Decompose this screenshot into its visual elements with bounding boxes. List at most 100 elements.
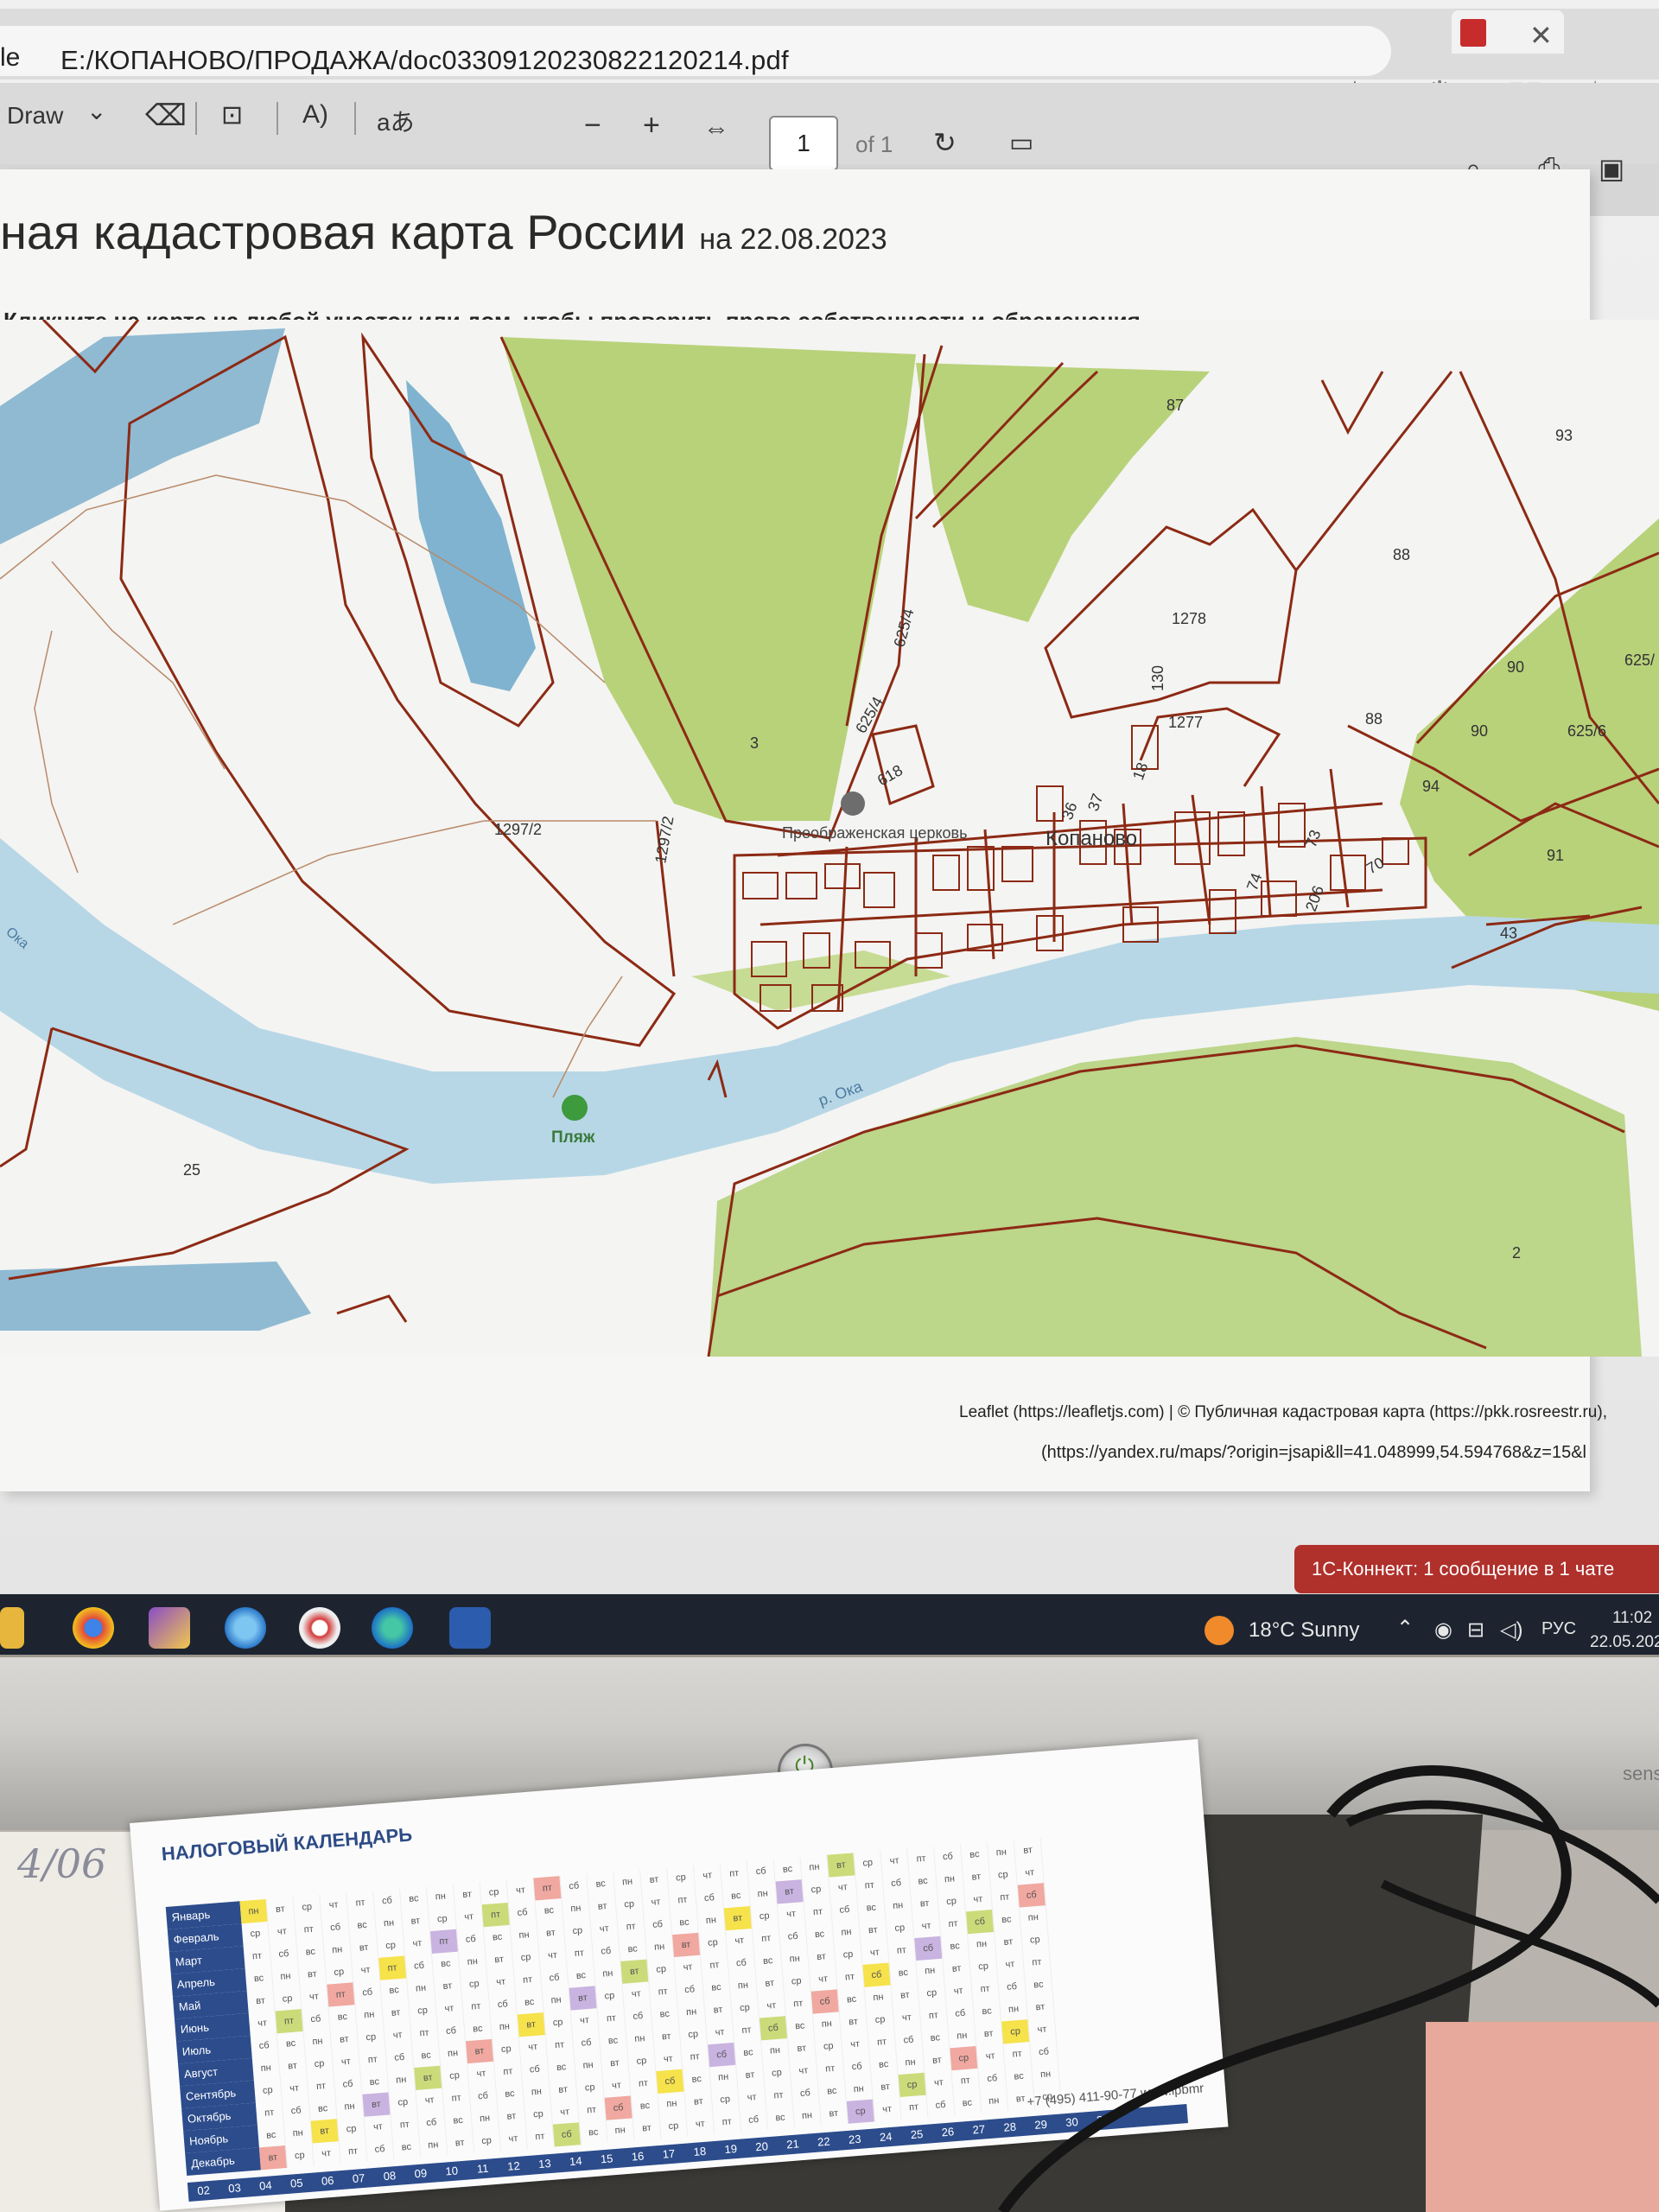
calendar-day-cell: чт	[693, 1863, 722, 1888]
monitor-brand: sens	[1623, 1763, 1659, 1784]
calendar-day-cell: пн	[844, 2076, 874, 2101]
calendar-day-cell: вт	[517, 2012, 546, 2037]
calendar-day-cell: ср	[595, 1983, 625, 2009]
calendar-day-cell: пн	[780, 1946, 810, 1972]
tab-close-icon[interactable]: ✕	[1529, 19, 1553, 52]
language-indicator[interactable]: РУС	[1541, 1619, 1576, 1639]
calendar-day-cell: пт	[533, 1876, 563, 1901]
calendar-day-cell: пн	[510, 1923, 539, 1948]
parcel-number: 130	[1149, 665, 1166, 691]
toolbar-divider	[354, 102, 356, 135]
calendar-day-cell: пт	[816, 2056, 845, 2082]
network-icon[interactable]: ⊟	[1467, 1618, 1484, 1643]
word-icon[interactable]	[449, 1607, 491, 1649]
clock-time[interactable]: 11:02	[1612, 1609, 1652, 1628]
calendar-day-cell: пт	[493, 2059, 523, 2084]
calendar-day-cell: чт	[332, 2049, 361, 2075]
fit-width-icon[interactable]: ⇔	[703, 114, 729, 143]
calendar-day-cell: вт	[1026, 1994, 1055, 2020]
calendar-day-number: 21	[785, 2137, 800, 2152]
chrome-icon[interactable]	[73, 1607, 114, 1649]
notification-toast[interactable]: 1С-Коннект: 1 сообщение в 1 чате	[1294, 1545, 1659, 1593]
calendar-day-cell: пт	[733, 2018, 761, 2043]
calendar-day-cell: чт	[590, 1916, 620, 1942]
map-attribution-link[interactable]: (https://yandex.ru/maps/?origin=jsapi&ll…	[1041, 1443, 1586, 1463]
calendar-day-cell: ср	[802, 1877, 831, 1903]
parcel-number: 2	[1512, 1244, 1521, 1262]
rotate-icon[interactable]: ↻	[933, 126, 957, 159]
calendar-day-cell: ср	[293, 1894, 322, 1920]
calendar-day-number: 10	[444, 2164, 459, 2178]
calendar-day-cell: вс	[973, 1999, 1002, 2024]
calendar-day-cell: сб	[604, 2095, 633, 2120]
calendar-day-cell: пн	[335, 2094, 365, 2120]
beach-marker-icon[interactable]	[562, 1095, 588, 1121]
calendar-day-number: 20	[754, 2139, 769, 2154]
eraser-icon[interactable]: ⌫	[145, 99, 187, 133]
calendar-day-cell: пт	[784, 1991, 813, 2017]
read-aloud-icon[interactable]: A)	[302, 100, 328, 130]
volume-icon[interactable]: ◁)	[1500, 1618, 1522, 1643]
calendar-day-cell: вт	[859, 1917, 888, 1943]
calendar-day-cell: пн	[471, 2106, 500, 2131]
ccleaner-icon[interactable]	[299, 1607, 340, 1649]
calendar-day-number: 27	[972, 2122, 986, 2137]
calendar-day-cell: чт	[925, 2070, 954, 2095]
calendar-day-cell: чт	[809, 1967, 838, 1992]
calendar-day-cell: пт	[461, 1993, 491, 2019]
calendar-day-cell: сб	[520, 2056, 550, 2082]
calendar-day-cell: вт	[839, 2009, 868, 2035]
calendar-day-cell: ср	[782, 1968, 811, 1994]
calendar-day-number: 11	[476, 2161, 489, 2176]
page-number-input[interactable]: 1	[769, 116, 838, 171]
chevron-down-icon[interactable]: ⌄	[86, 97, 106, 125]
tray-chevron-icon[interactable]: ⌃	[1396, 1616, 1414, 1641]
calendar-day-cell: вт	[652, 2024, 682, 2050]
archive-app-icon[interactable]	[149, 1607, 190, 1649]
calendar-day-cell: сб	[708, 2042, 737, 2068]
zoom-in-icon[interactable]: +	[643, 109, 660, 143]
calendar-day-number: 13	[537, 2156, 552, 2171]
tray-camera-icon[interactable]: ◉	[1434, 1618, 1452, 1643]
url-text[interactable]: E:/КОПАНОВО/ПРОДАЖА/doc03309120230822120…	[60, 45, 789, 76]
calendar-day-cell: вс	[869, 2052, 899, 2077]
calendar-day-cell: вт	[819, 2101, 849, 2126]
calendar-day-cell: пт	[720, 1861, 749, 1886]
calendar-day-cell: чт	[312, 2141, 341, 2166]
text-box-icon[interactable]: ⊡	[221, 100, 243, 130]
calendar-day-number: 22	[817, 2134, 831, 2149]
calendar-day-cell: сб	[456, 1927, 486, 1952]
calendar-day-cell: сб	[740, 2107, 769, 2133]
calendar-day-cell: пн	[1000, 1997, 1029, 2022]
calendar-day-cell: вс	[1024, 1972, 1053, 1998]
edge-icon[interactable]	[372, 1607, 413, 1649]
calendar-day-cell: ср	[253, 2078, 283, 2103]
calendar-day-cell: пн	[542, 1987, 571, 2013]
zoom-out-icon[interactable]: −	[584, 109, 601, 143]
clock-date[interactable]: 22.05.202	[1590, 1633, 1659, 1652]
calendar-day-cell: вт	[453, 1882, 482, 1907]
calendar-day-cell: пн	[645, 1935, 675, 1960]
calendar-day-cell: пн	[375, 1910, 404, 1936]
calendar-day-cell: вт	[569, 1986, 598, 2011]
calendar-day-cell: пн	[522, 2079, 551, 2105]
calendar-day-cell: ср	[441, 2063, 470, 2088]
internet-explorer-icon[interactable]	[225, 1607, 266, 1649]
church-marker-icon[interactable]	[841, 791, 865, 816]
calendar-day-cell: чт	[550, 2100, 580, 2125]
calendar-day-cell: чт	[403, 1931, 432, 1956]
cadastral-map[interactable]: Преображенская церковь Копаново Пляж р. …	[0, 320, 1659, 1357]
calendar-day-cell: сб	[676, 1977, 705, 2002]
calendar-day-cell: вс	[889, 1961, 918, 1986]
calendar-day-cell: чт	[1015, 1860, 1045, 1885]
draw-button[interactable]: Draw	[7, 102, 63, 130]
calendar-day-cell: сб	[405, 1954, 434, 1979]
save-icon[interactable]: ▣	[1599, 152, 1624, 185]
file-explorer-icon[interactable]	[0, 1607, 24, 1649]
weather-icon[interactable]	[1205, 1616, 1234, 1645]
weather-text[interactable]: 18°C Sunny	[1249, 1618, 1359, 1643]
page-view-icon[interactable]: ▭	[1009, 128, 1033, 158]
calendar-day-cell: пт	[275, 2009, 304, 2034]
translate-icon[interactable]: aあ	[377, 104, 415, 138]
calendar-day-cell: пт	[410, 2020, 440, 2046]
